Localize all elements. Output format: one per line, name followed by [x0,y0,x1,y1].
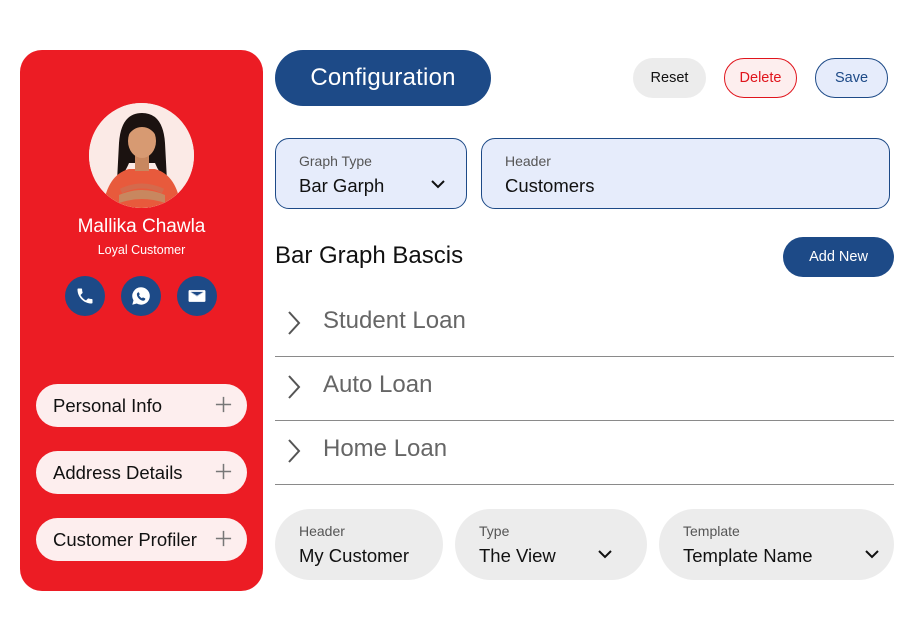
delete-button[interactable]: Delete [724,58,797,98]
plus-icon [215,396,232,413]
list-item-student-loan[interactable]: Student Loan [275,293,894,357]
field-value: The View [479,545,556,566]
list-item-home-loan[interactable]: Home Loan [275,421,894,485]
field-label: Graph Type [299,153,372,169]
plus-icon [215,530,232,547]
field-value: Customers [505,175,595,196]
chevron-right-icon [288,311,301,335]
chevron-right-icon [288,439,301,463]
sidebar-item-address-details[interactable]: Address Details [36,451,247,494]
save-button[interactable]: Save [815,58,888,98]
profile-name: Mallika Chawla [77,216,206,237]
graph-type-select[interactable]: Graph Type Bar Garph [275,138,467,209]
chevron-down-icon [865,550,879,559]
section-title: Bar Graph Bascis [275,242,464,269]
sidebar-item-label: Personal Info [53,394,163,416]
field-value: Template Name [683,545,813,566]
whatsapp-icon [132,287,150,305]
add-new-button[interactable]: Add New [783,237,894,277]
sidebar-item-customer-profiler[interactable]: Customer Profiler [36,518,247,561]
phone-icon [77,288,93,304]
sidebar-item-label: Address Details [53,461,183,483]
chevron-right-icon [288,375,301,399]
list-item-label: Home Loan [323,435,448,462]
field-label: Template [683,523,740,539]
mail-icon [188,290,206,302]
type-select[interactable]: Type The View [455,509,647,580]
profile-role: Loyal Customer [97,243,186,257]
plus-icon [215,463,232,480]
call-button[interactable] [65,276,105,316]
template-select[interactable]: Template Template Name [659,509,894,580]
avatar [89,103,194,208]
list-item-auto-loan[interactable]: Auto Loan [275,357,894,421]
field-value: My Customer [299,545,409,566]
list-item-label: Auto Loan [323,371,433,398]
bottom-header-field[interactable]: Header My Customer [275,509,443,580]
sidebar-item-personal-info[interactable]: Personal Info [36,384,247,427]
chevron-down-icon [431,180,445,189]
email-button[interactable] [177,276,217,316]
whatsapp-button[interactable] [121,276,161,316]
page-title: Configuration [275,50,491,106]
list-item-label: Student Loan [323,307,466,334]
header-field[interactable]: Header Customers [481,138,890,209]
reset-button[interactable]: Reset [633,58,706,98]
chevron-down-icon [598,550,612,559]
sidebar-item-label: Customer Profiler [53,528,197,550]
profile-sidebar: Mallika Chawla Loyal Customer Personal I… [20,50,263,591]
field-label: Header [505,153,551,169]
field-value: Bar Garph [299,175,385,196]
field-label: Header [299,523,345,539]
field-label: Type [479,523,510,539]
